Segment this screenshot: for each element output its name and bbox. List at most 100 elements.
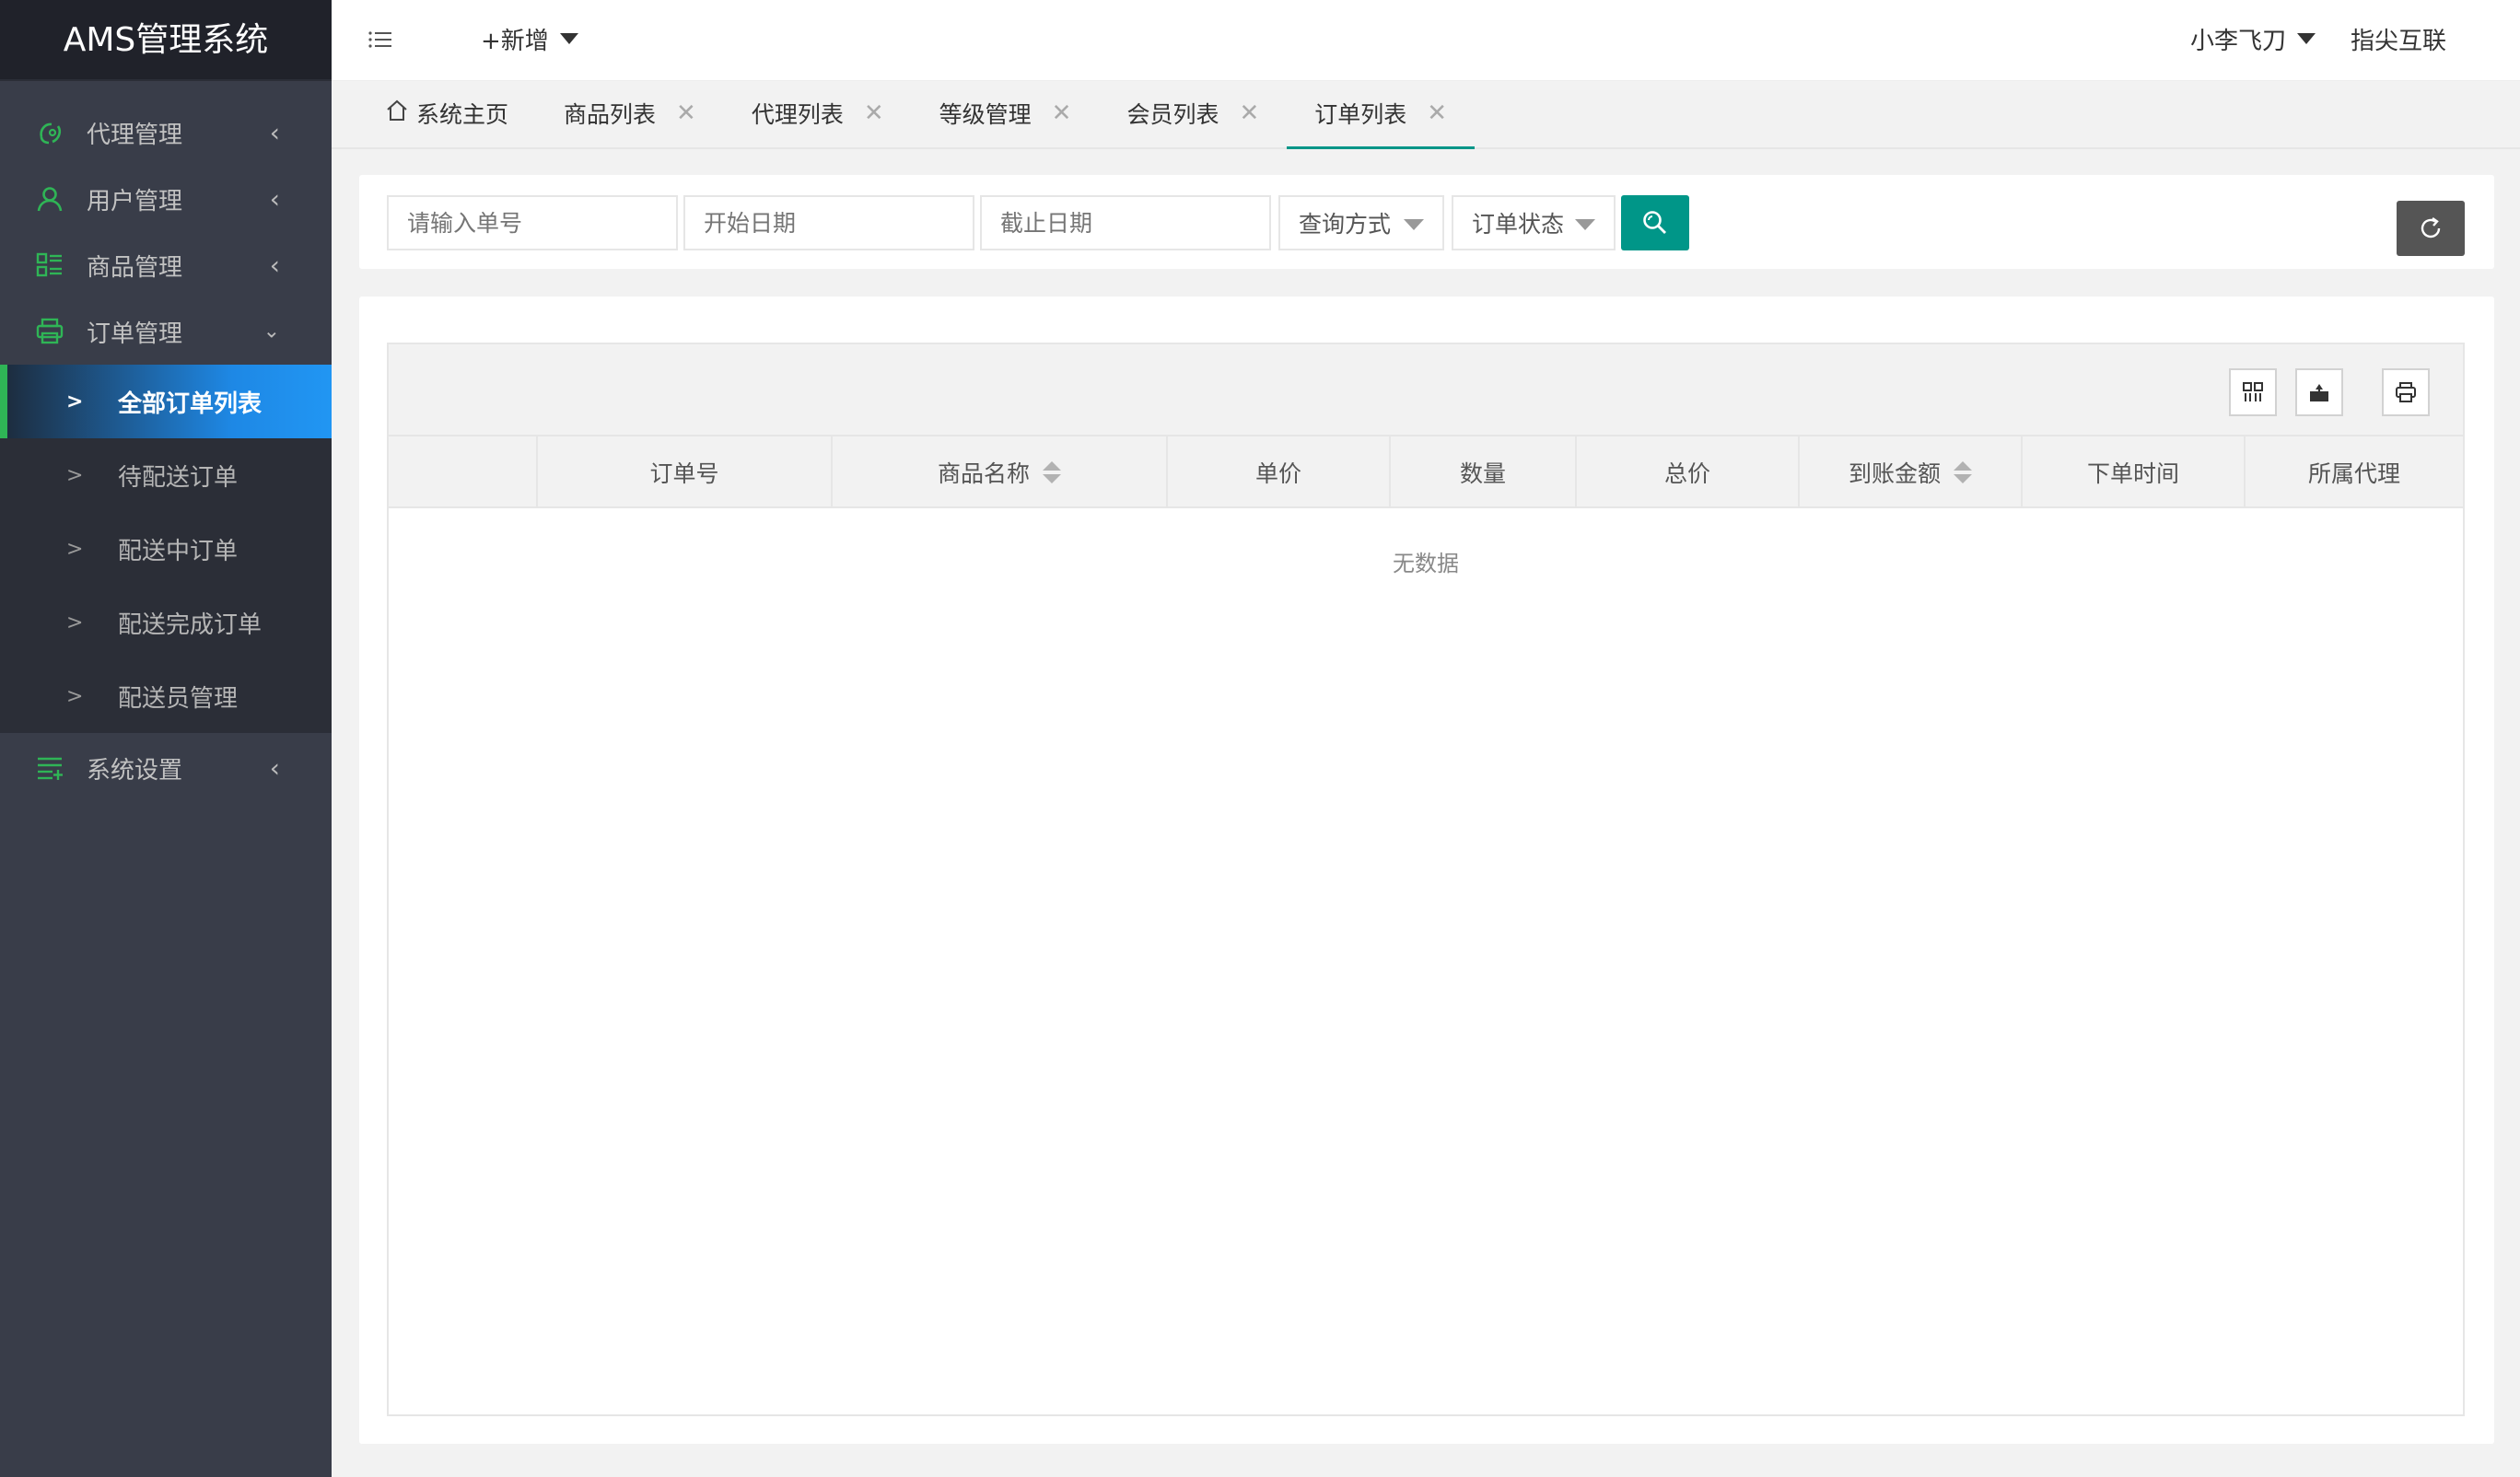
sidebar-subitem-couriers[interactable]: > 配送员管理: [0, 659, 332, 733]
tab-agent-list[interactable]: 代理列表 ✕: [724, 79, 912, 147]
chevron-right-icon: >: [66, 684, 84, 708]
query-mode-value: 查询方式: [1299, 211, 1392, 238]
sidebar-item-label: 订单管理: [87, 320, 183, 348]
menu-toggle-icon[interactable]: [367, 26, 394, 53]
settings-icon: [35, 753, 64, 783]
app-logo[interactable]: AMS管理系统: [0, 0, 332, 81]
caret-down-icon: [1404, 219, 1424, 230]
column-header-total-price: 总价: [1577, 436, 1800, 508]
sidebar-item-label: 代理管理: [87, 121, 183, 149]
page-tabs: 系统主页 商品列表 ✕ 代理列表 ✕ 等级管理 ✕ 会员列表 ✕ 订单列表 ✕: [332, 81, 2520, 149]
tab-label: 系统主页: [416, 101, 509, 128]
sidebar-subitem-label: 配送中订单: [118, 537, 239, 565]
tab-goods-list[interactable]: 商品列表 ✕: [536, 79, 724, 147]
tab-order-list[interactable]: 订单列表 ✕: [1287, 79, 1475, 149]
tab-label: 商品列表: [564, 101, 657, 128]
sidebar-item-user[interactable]: 用户管理 ‹: [0, 166, 332, 232]
tab-label: 订单列表: [1314, 101, 1407, 128]
column-label: 所属代理: [2307, 460, 2400, 487]
agent-icon: [35, 118, 64, 147]
sidebar-subitem-all-orders[interactable]: > 全部订单列表: [0, 365, 332, 438]
tab-level-manage[interactable]: 等级管理 ✕: [912, 79, 1100, 147]
tab-member-list[interactable]: 会员列表 ✕: [1099, 79, 1287, 147]
search-panel: 查询方式 订单状态: [359, 175, 2494, 269]
column-label: 总价: [1663, 460, 1710, 487]
chevron-right-icon: >: [66, 390, 84, 413]
column-label: 单价: [1254, 460, 1301, 487]
close-icon[interactable]: ✕: [676, 99, 696, 127]
end-date-input[interactable]: [980, 195, 1271, 250]
order-icon: [35, 317, 64, 346]
chevron-right-icon: >: [66, 537, 84, 561]
columns-icon: [2243, 382, 2263, 401]
home-icon: [385, 99, 409, 128]
chevron-down-icon: ⌄: [262, 320, 280, 343]
column-header-unit-price: 单价: [1168, 436, 1391, 508]
empty-state-text: 无数据: [1393, 551, 1459, 576]
tab-home[interactable]: 系统主页: [357, 79, 536, 147]
chevron-left-icon: ‹: [269, 752, 280, 784]
table-header-row: 订单号 商品名称 单价 数量 总价 到账金额 下单时间 所属代理: [389, 436, 2463, 508]
refresh-button[interactable]: [2397, 201, 2465, 256]
search-button[interactable]: [1621, 195, 1689, 250]
sidebar: AMS管理系统 代理管理 ‹ 用户管理 ‹ 商品管理 ‹ 订单管理 ⌄ > 全部…: [0, 0, 332, 1477]
user-dropdown[interactable]: 小李飞刀: [2190, 22, 2316, 56]
tab-label: 等级管理: [939, 101, 1032, 128]
column-header-quantity: 数量: [1391, 436, 1577, 508]
sidebar-item-order[interactable]: 订单管理 ⌄: [0, 298, 332, 365]
print-button[interactable]: [2382, 368, 2430, 416]
sidebar-subitem-delivered[interactable]: > 配送完成订单: [0, 586, 332, 659]
close-icon[interactable]: ✕: [1427, 99, 1447, 127]
sidebar-subitem-label: 全部订单列表: [118, 390, 262, 418]
sidebar-subitem-label: 待配送订单: [118, 463, 239, 492]
top-header: +新增 小李飞刀 指尖互联: [332, 0, 2520, 81]
column-label: 商品名称: [937, 460, 1030, 487]
order-number-input[interactable]: [387, 195, 678, 250]
column-header-order-time: 下单时间: [2023, 436, 2246, 508]
sidebar-item-settings[interactable]: 系统设置 ‹: [0, 733, 332, 803]
order-status-select[interactable]: 订单状态: [1452, 195, 1616, 250]
export-icon: [2310, 384, 2328, 401]
sidebar-item-agent[interactable]: 代理管理 ‹: [0, 99, 332, 166]
brand-link[interactable]: 指尖互联: [2351, 22, 2446, 56]
sidebar-item-goods[interactable]: 商品管理 ‹: [0, 232, 332, 298]
sort-icon[interactable]: [1954, 461, 1972, 483]
column-header-select: [389, 436, 538, 508]
print-icon: [2396, 382, 2416, 402]
tab-label: 会员列表: [1126, 101, 1219, 128]
table-toolbar: [389, 344, 2463, 436]
sidebar-subitem-delivering[interactable]: > 配送中订单: [0, 512, 332, 586]
start-date-input[interactable]: [683, 195, 974, 250]
caret-down-icon: [2297, 32, 2316, 44]
search-icon: [1643, 211, 1666, 234]
columns-filter-button[interactable]: [2229, 368, 2277, 416]
chevron-right-icon: >: [66, 463, 84, 487]
add-new-label: +新增: [481, 28, 549, 55]
caret-down-icon: [1575, 219, 1595, 230]
column-header-agent: 所属代理: [2246, 436, 2463, 508]
query-mode-select[interactable]: 查询方式: [1278, 195, 1444, 250]
column-label: 订单号: [649, 460, 719, 487]
sidebar-item-label: 用户管理: [87, 187, 183, 215]
goods-icon: [35, 250, 64, 280]
sidebar-subitem-label: 配送员管理: [118, 684, 239, 713]
close-icon[interactable]: ✕: [1052, 99, 1072, 127]
add-new-dropdown[interactable]: +新增: [481, 22, 578, 56]
export-button[interactable]: [2295, 368, 2343, 416]
caret-down-icon: [559, 32, 578, 44]
user-icon: [35, 184, 64, 214]
chevron-left-icon: ‹: [269, 183, 280, 215]
tab-label: 代理列表: [751, 101, 844, 128]
sidebar-subitem-label: 配送完成订单: [118, 611, 262, 639]
column-header-goods-name[interactable]: 商品名称: [833, 436, 1168, 508]
sidebar-item-label: 商品管理: [87, 253, 183, 282]
column-header-order-no: 订单号: [538, 436, 833, 508]
sort-icon[interactable]: [1043, 461, 1061, 483]
close-icon[interactable]: ✕: [864, 99, 884, 127]
sidebar-item-label: 系统设置: [87, 756, 183, 785]
chevron-left-icon: ‹: [269, 250, 280, 281]
sidebar-subitem-pending[interactable]: > 待配送订单: [0, 438, 332, 512]
column-header-received-amount[interactable]: 到账金额: [1800, 436, 2023, 508]
close-icon[interactable]: ✕: [1239, 99, 1259, 127]
data-table: 订单号 商品名称 单价 数量 总价 到账金额 下单时间 所属代理 无数据: [387, 343, 2465, 1416]
